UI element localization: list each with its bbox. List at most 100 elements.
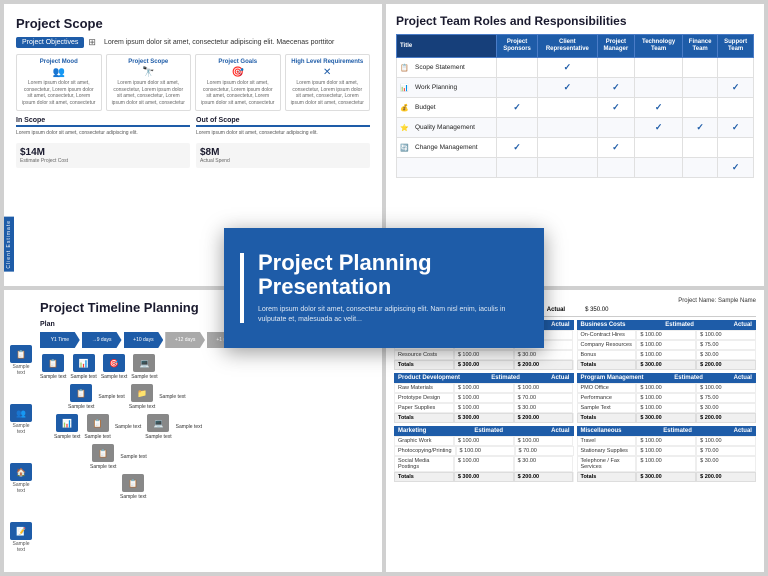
budget-row: Raw Materials$ 100.00$ 100.00 bbox=[394, 383, 574, 393]
budget-row: Sample Text$ 100.00$ 30.00 bbox=[577, 403, 757, 413]
quality-row-icon: ⭐ bbox=[400, 124, 409, 132]
card-text-req: Lorem ipsum dolor sit amet, consectetur,… bbox=[290, 80, 366, 106]
check-cell: ✓ bbox=[683, 118, 718, 138]
tl-icon-box: 📋 bbox=[122, 474, 144, 492]
tl-icon-box: 📊 bbox=[56, 414, 78, 432]
card-icon-req: ✕ bbox=[290, 67, 366, 78]
cost-estimate-label: Estimate Project Cost bbox=[20, 158, 186, 164]
scope-tab-bar: Project Objectives ⊞ Lorem ipsum dolor s… bbox=[16, 37, 370, 48]
check-cell bbox=[683, 138, 718, 158]
check-cell bbox=[718, 98, 754, 118]
check-cell: ✓ bbox=[538, 58, 597, 78]
tl-icon-box: 🎯 bbox=[103, 354, 125, 372]
tl-sample: Sample text bbox=[90, 464, 116, 470]
scope-cards: Project Mood 👥 Lorem ipsum dolor sit ame… bbox=[16, 54, 370, 111]
scope-card-requirements: High Level Requirements ✕ Lorem ipsum do… bbox=[285, 54, 371, 111]
check-cell bbox=[538, 138, 597, 158]
side-text-4: Sampletext bbox=[13, 541, 30, 553]
tl-sample: Sample text bbox=[131, 374, 157, 380]
budget-row: Company Resources$ 100.00$ 75.00 bbox=[577, 340, 757, 350]
budget-totals: Totals$ 300.00$ 200.00 bbox=[577, 472, 757, 482]
tl-sample: Sample text bbox=[54, 434, 80, 440]
tl-icon-box: 💻 bbox=[147, 414, 169, 432]
tl-item: 📊 Sample text bbox=[70, 354, 96, 380]
check-cell bbox=[597, 158, 635, 178]
card-icon-goals: 🎯 bbox=[200, 67, 276, 78]
check-cell bbox=[538, 98, 597, 118]
out-scope-section: Out of Scope Lorem ipsum dolor sit amet,… bbox=[196, 117, 370, 137]
row-change-title: 🔄Change Management bbox=[397, 138, 497, 158]
card-icon-mood: 👥 bbox=[21, 67, 97, 78]
program-header: Program Management Estimated Actual bbox=[577, 373, 757, 383]
tl-icon-box: 📋 bbox=[70, 384, 92, 402]
budget-row: Stationary Supplies$ 100.00$ 70.00 bbox=[577, 446, 757, 456]
tl-icon-box: 📋 bbox=[92, 444, 114, 462]
tl-sample: Sample text bbox=[40, 374, 66, 380]
col-header-title: Title bbox=[397, 35, 497, 58]
check-cell bbox=[635, 78, 683, 98]
check-cell bbox=[635, 138, 683, 158]
tl-item: 📋 Sample text bbox=[68, 384, 94, 410]
tl-icon-box: 📁 bbox=[131, 384, 153, 402]
row-work-title: 📊Work Planning bbox=[397, 78, 497, 98]
col-header-sponsors: ProjectSponsors bbox=[496, 35, 537, 58]
tl-icon-box: 📋 bbox=[87, 414, 109, 432]
check-cell bbox=[683, 158, 718, 178]
overlay-text: Lorem ipsum dolor sit amet, consectetur … bbox=[258, 305, 528, 325]
marketing-header: Marketing Estimated Actual bbox=[394, 426, 574, 436]
tl-item: 💻 Sample text bbox=[131, 354, 157, 380]
budget-totals: Totals$ 300.00$ 200.00 bbox=[394, 360, 574, 370]
check-cell bbox=[683, 58, 718, 78]
check-cell: ✓ bbox=[635, 118, 683, 138]
check-cell: ✓ bbox=[635, 98, 683, 118]
budget-row: On-Contract Hires$ 100.00$ 100.00 bbox=[577, 330, 757, 340]
side-text-3: Sampletext bbox=[13, 482, 30, 494]
budget-row: Travel$ 100.00$ 100.00 bbox=[577, 436, 757, 446]
card-text-scope: Lorem ipsum dolor sit amet, consectetur,… bbox=[111, 80, 187, 106]
side-text-1: Sampletext bbox=[13, 364, 30, 376]
roles-table: Title ProjectSponsors ClientRepresentati… bbox=[396, 34, 754, 178]
row-last bbox=[397, 158, 497, 178]
project-name-label: Project Name: Sample Name bbox=[678, 298, 756, 304]
row-quality-title: ⭐Quality Management bbox=[397, 118, 497, 138]
tl-item: 📋 Sample text bbox=[120, 474, 146, 500]
in-scope-text: Lorem ipsum dolor sit amet, consectetur … bbox=[16, 130, 190, 137]
col-header-client-rep: ClientRepresentative bbox=[538, 35, 597, 58]
budget-row: Prototype Design$ 100.00$ 70.00 bbox=[394, 393, 574, 403]
table-row: ⭐Quality Management ✓ ✓ ✓ bbox=[397, 118, 754, 138]
actual-total-value: $ 350.00 bbox=[585, 307, 608, 313]
arrow-3: +10 days bbox=[124, 332, 164, 348]
budget-row: Performance$ 100.00$ 75.00 bbox=[577, 393, 757, 403]
tl-sample: Sample text bbox=[115, 424, 141, 430]
table-row: ✓ bbox=[397, 158, 754, 178]
side-text-2: Sampletext bbox=[13, 423, 30, 435]
budget-row-icon: 💰 bbox=[400, 104, 409, 112]
roles-title: Project Team Roles and Responsibilities bbox=[396, 14, 754, 28]
check-cell bbox=[496, 118, 537, 138]
budget-section-marketing: Marketing Estimated Actual Graphic Work$… bbox=[394, 426, 574, 482]
check-cell bbox=[496, 158, 537, 178]
timeline-row-1: 📋 Sample text 📊 Sample text 🎯 Sample tex… bbox=[40, 354, 372, 380]
cost-actual-box: $8M Actual Spend bbox=[196, 143, 370, 168]
row-scope-title: 📋Scope Statement bbox=[397, 58, 497, 78]
scope-row-icon: 📋 bbox=[400, 64, 409, 72]
tl-icon-box: 📋 bbox=[42, 354, 64, 372]
tl-item: 📋 Sample text bbox=[84, 414, 110, 440]
scope-title: Project Scope bbox=[16, 16, 370, 31]
side-item-3: 🏠 Sampletext bbox=[10, 463, 32, 494]
check-cell: ✓ bbox=[538, 78, 597, 98]
side-icon-1: 📋 bbox=[10, 345, 32, 363]
budget-totals: Totals$ 300.00$ 200.00 bbox=[577, 360, 757, 370]
card-text-goals: Lorem ipsum dolor sit amet, consectetur,… bbox=[200, 80, 276, 106]
check-cell bbox=[635, 158, 683, 178]
budget-row: Paper Supplies$ 100.00$ 30.00 bbox=[394, 403, 574, 413]
check-cell bbox=[496, 58, 537, 78]
scope-tab-active[interactable]: Project Objectives bbox=[16, 37, 84, 48]
check-cell: ✓ bbox=[597, 78, 635, 98]
card-title-goals: Project Goals bbox=[200, 59, 276, 65]
out-scope-title: Out of Scope bbox=[196, 117, 370, 127]
scope-card-scope: Project Scope 🔭 Lorem ipsum dolor sit am… bbox=[106, 54, 192, 111]
check-cell bbox=[538, 158, 597, 178]
tl-sample: Sample text bbox=[120, 454, 146, 460]
budget-row: Photocopying/Printing$ 100.00$ 70.00 bbox=[394, 446, 574, 456]
